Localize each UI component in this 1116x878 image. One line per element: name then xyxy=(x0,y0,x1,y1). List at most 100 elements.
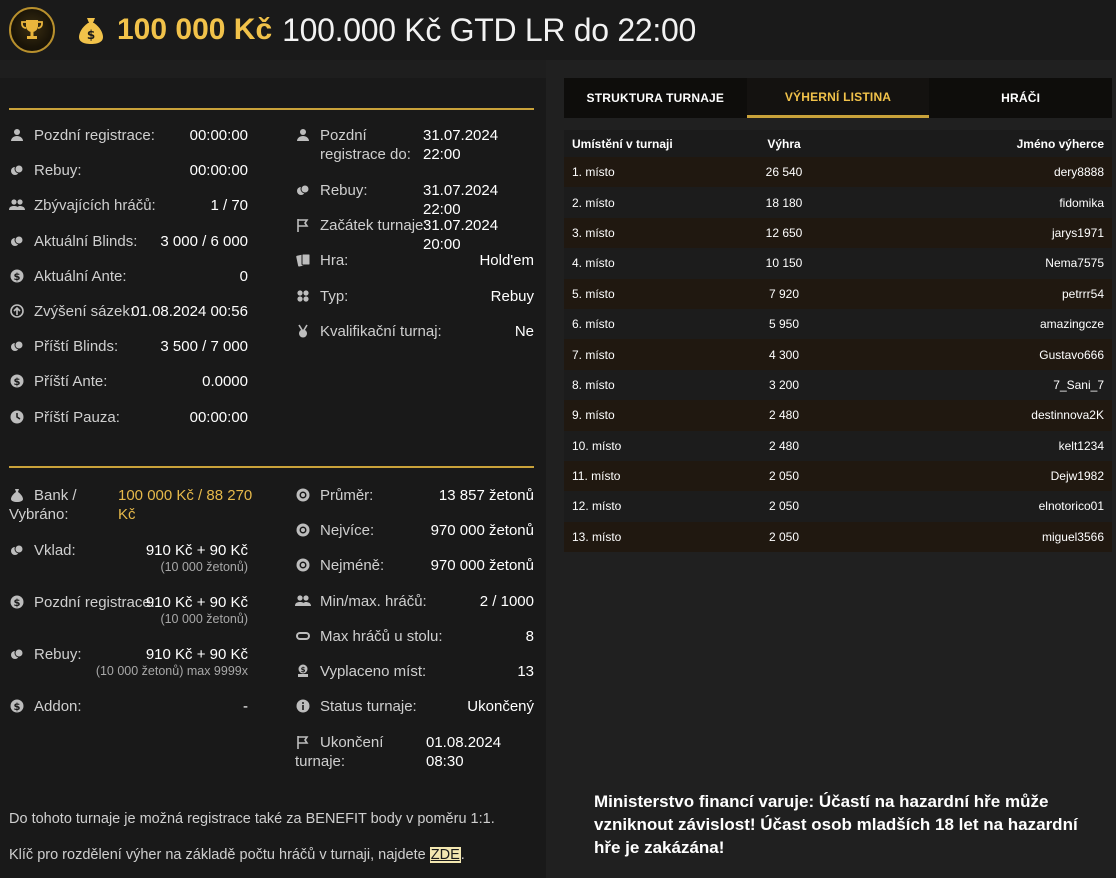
late-registration-chips: (10 000 žetonů) xyxy=(160,612,248,626)
winner-cell: destinnova2K xyxy=(1031,408,1104,423)
max-hracu-u-stolu-value: 8 xyxy=(525,627,534,645)
tab-payout-list[interactable]: VÝHERNÍ LISTINA xyxy=(746,78,930,118)
bag-icon xyxy=(9,487,25,503)
medal-icon xyxy=(295,323,311,339)
table-icon xyxy=(295,628,311,644)
tournament-tabs: STRUKTURA TURNAJE VÝHERNÍ LISTINA HRÁČI xyxy=(564,78,1112,118)
place-cell: 1. místo xyxy=(572,165,615,180)
prumer-label: Průměr: xyxy=(320,487,374,504)
zacatek-turnaje-label: Začátek turnaje: xyxy=(320,217,428,234)
vyplaceno-mist-value: 13 xyxy=(517,663,534,680)
rebuy-label: Rebuy: xyxy=(320,182,368,199)
trophy-logo-icon[interactable] xyxy=(9,7,55,53)
pozdni-registrace-do-value: 31.07.2024 22:00 xyxy=(423,127,499,163)
prize-cell: 5 950 xyxy=(768,317,800,332)
nejvice-label: Nejvíce: xyxy=(320,522,375,540)
svg-text:$: $ xyxy=(14,272,21,283)
winner-cell: 7_Sani_7 xyxy=(1053,377,1104,392)
rebuy-value: 00:00:00 xyxy=(189,162,248,180)
chips-icon xyxy=(9,162,25,178)
pristi-blinds-label: Příští Blinds: xyxy=(34,338,119,356)
rebuy-label: Rebuy: xyxy=(34,162,82,180)
tournament-title: 100.000 Kč GTD LR do 22:00 xyxy=(282,11,696,48)
table-row: 8. místo 3 200 7_Sani_7 xyxy=(564,369,1112,401)
deposit-value: 910 Kč + 90 Kč xyxy=(145,542,248,559)
dollar-icon: $ xyxy=(9,698,25,714)
tournament-end-time: 08:30 xyxy=(426,753,464,770)
flag-icon xyxy=(295,217,311,233)
prize-cell: 3 200 xyxy=(768,377,800,392)
chips-icon xyxy=(9,646,25,662)
winner-cell: petrrr54 xyxy=(1061,286,1104,301)
tab-players[interactable]: HRÁČI xyxy=(929,78,1112,118)
user-icon xyxy=(295,127,311,143)
chips-icon xyxy=(9,233,25,249)
svg-text:$: $ xyxy=(14,377,21,388)
clock-icon xyxy=(9,409,25,425)
min-max-hracu-value: 2 / 1000 xyxy=(479,592,534,610)
tournament-end-label-2: turnaje: xyxy=(295,753,346,770)
winner-cell: miguel3566 xyxy=(1041,529,1104,544)
pristi-pauza-value: 00:00:00 xyxy=(189,408,248,426)
chips-icon xyxy=(9,338,25,354)
prize-cell: 26 540 xyxy=(765,165,803,180)
prize-cell: 2 050 xyxy=(768,499,800,514)
dollar-icon: $ xyxy=(9,268,25,284)
svg-text:$: $ xyxy=(87,28,95,42)
withdrawn-label: Vybráno: xyxy=(9,506,69,523)
benefit-note: Do tohoto turnaje je možná registrace ta… xyxy=(9,811,495,827)
aktualni-ante-value: 0 xyxy=(239,267,248,285)
nejmene-row: Nejméně: xyxy=(295,556,384,575)
hra-value: Hold'em xyxy=(479,252,534,269)
place-cell: 7. místo xyxy=(572,347,615,362)
table-row: 1. místo 26 540 dery8888 xyxy=(564,157,1112,188)
table-body: 1. místo 26 540 dery8888 2. místo 18 180 fido… xyxy=(564,157,1112,553)
nejmene-value: 970 000 žetonů xyxy=(430,557,534,575)
rebuy-fee-value: 910 Kč + 90 Kč xyxy=(145,646,248,663)
cards-icon xyxy=(295,252,311,268)
divider-top xyxy=(9,108,534,110)
payout-key-end: . xyxy=(460,847,465,863)
svg-text:$: $ xyxy=(14,702,21,713)
bank-value: 100 000 Kč / 88 270 Kč xyxy=(118,486,258,524)
place-cell: 6. místo xyxy=(572,317,615,332)
zacatek-turnaje-row: Začátek turnaje: xyxy=(295,216,428,235)
pozdni-registrace-do-label: Pozdní registrace do: xyxy=(320,127,411,163)
tournament-end-row: Ukončení turnaje: xyxy=(295,733,383,771)
prize-cell: 12 650 xyxy=(765,225,803,240)
payout-key-note: Klíč pro rozdělení výher na základě počt… xyxy=(9,847,465,863)
chips-icon xyxy=(9,542,25,558)
users-icon xyxy=(295,593,311,609)
pristi-ante-value: 0.0000 xyxy=(202,373,248,391)
users-icon xyxy=(9,197,25,213)
user-icon xyxy=(9,127,25,143)
nejmene-label: Nejméně: xyxy=(320,557,385,575)
deposit-chips: (10 000 žetonů) xyxy=(160,560,248,574)
place-cell: 8. místo xyxy=(572,377,615,392)
table-row: 2. místo 18 180 fidomika xyxy=(564,187,1112,218)
arrow-up-icon xyxy=(9,303,25,319)
tournament-end-value: 01.08.2024 08:30 xyxy=(426,733,536,771)
kvalifikacni-turnaj-value: Ne xyxy=(514,323,534,340)
place-cell: 5. místo xyxy=(572,286,615,301)
winner-cell: dery8888 xyxy=(1053,165,1104,180)
prize-amount: 100 000 Kč xyxy=(117,13,273,46)
pristi-pauza-row: Příští Pauza: xyxy=(9,408,120,427)
payout-key-link[interactable]: ZDE xyxy=(429,847,461,863)
bank-value-line2: Kč xyxy=(118,506,136,523)
prize-cell: 10 150 xyxy=(765,256,803,271)
rebuy-row: Rebuy: xyxy=(9,161,82,180)
table-row: 12. místo 2 050 elnotorico01 xyxy=(564,491,1112,522)
prumer-row: Průměr: xyxy=(295,486,373,505)
table-row: 7. místo 4 300 Gustavo666 xyxy=(564,339,1112,370)
pristi-ante-label: Příští Ante: xyxy=(34,373,108,391)
winner-cell: Gustavo666 xyxy=(1039,347,1104,362)
rebuy-chips: (10 000 žetonů) max 9999x xyxy=(95,664,248,678)
tab-structure[interactable]: STRUKTURA TURNAJE xyxy=(564,78,747,118)
info-icon xyxy=(295,698,311,714)
dollar-icon: $ xyxy=(9,594,25,610)
table-row: 3. místo 12 650 jarys1971 xyxy=(564,217,1112,249)
header-place: Umístění v turnaji xyxy=(572,136,673,151)
hra-row: Hra: xyxy=(295,251,348,270)
zvyseni-sazek-value: 01.08.2024 00:56 xyxy=(131,303,248,320)
